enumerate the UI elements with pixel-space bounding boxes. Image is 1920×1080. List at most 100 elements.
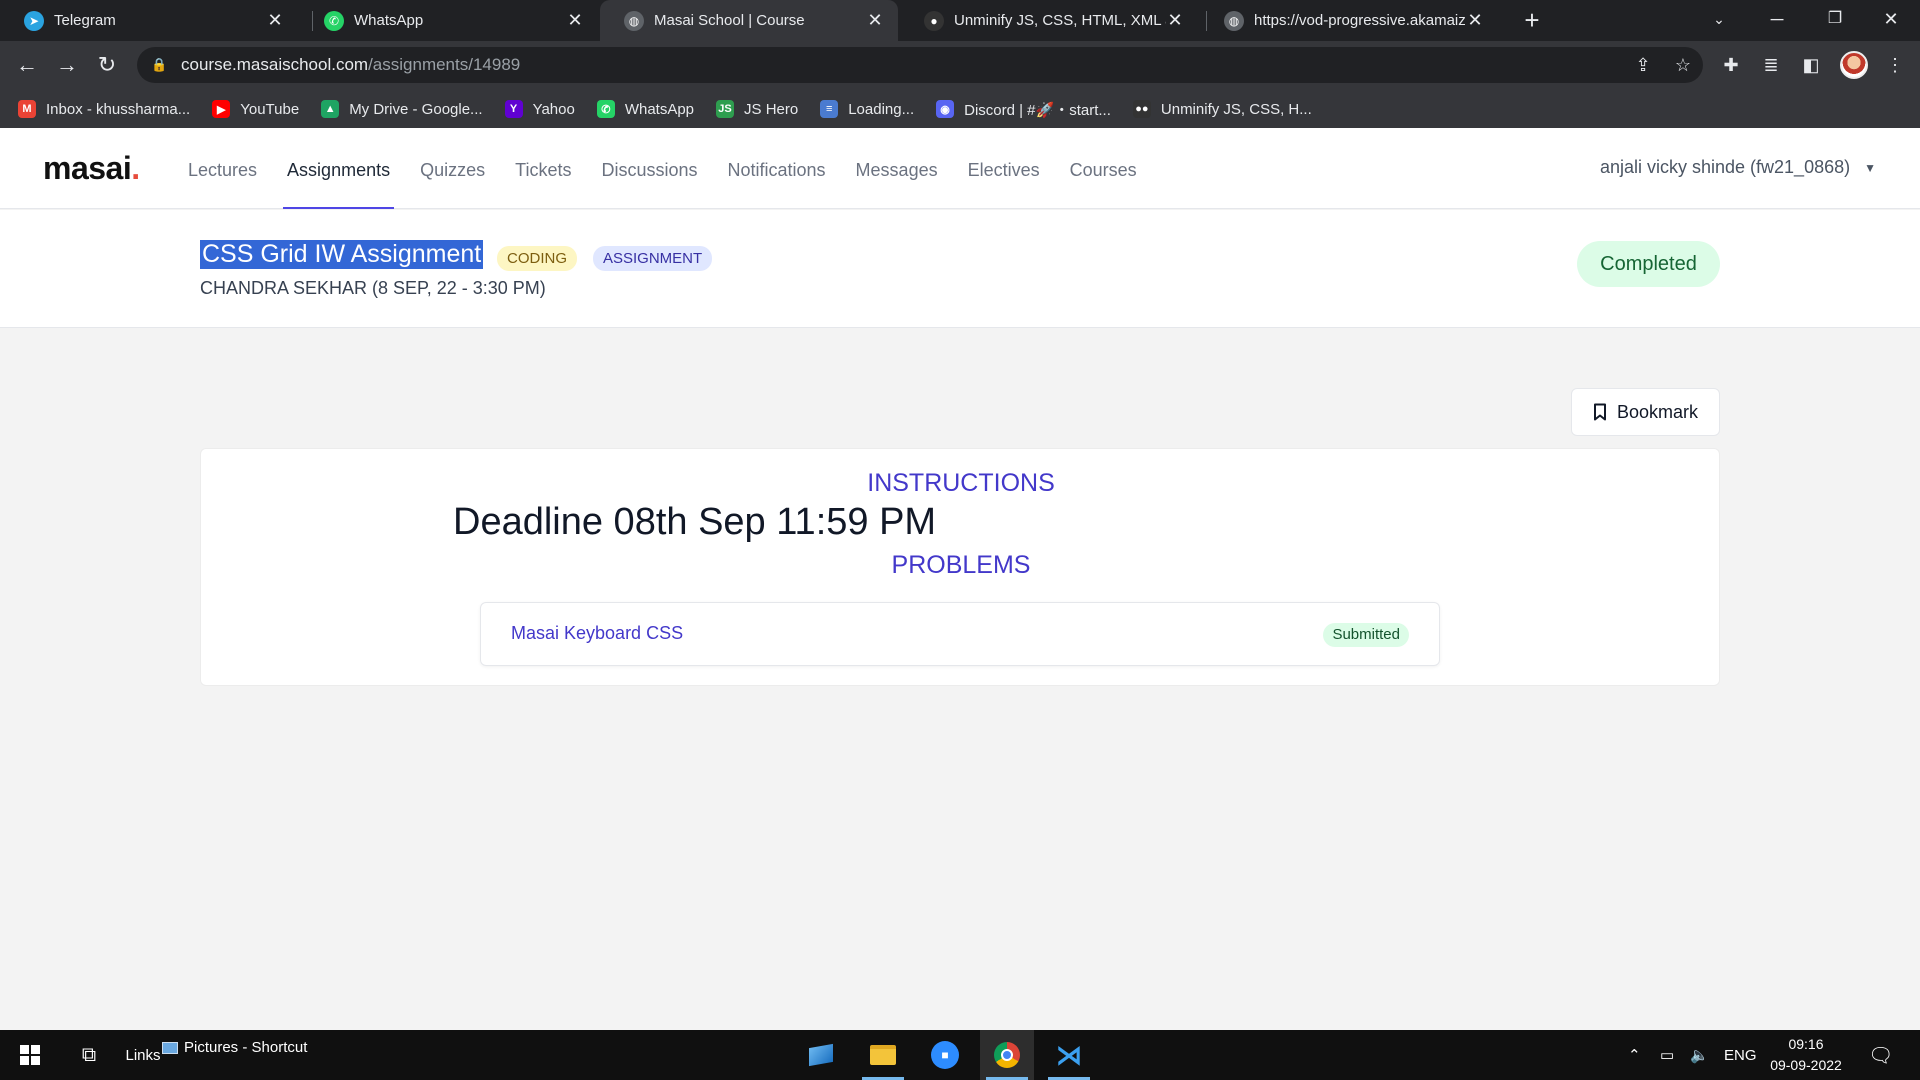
bookmark-item[interactable]: ▲ My Drive - Google... — [321, 100, 483, 118]
share-icon[interactable]: ⇪ — [1628, 50, 1658, 80]
close-icon[interactable]: ✕ — [566, 10, 584, 31]
close-icon[interactable]: ✕ — [866, 10, 884, 31]
taskbar-desktop-app[interactable] — [794, 1030, 848, 1080]
bookmark-label: WhatsApp — [624, 100, 695, 118]
new-tab-button[interactable]: + — [1518, 6, 1546, 34]
media-control-icon[interactable]: ≣ — [1756, 50, 1786, 80]
loading-icon: ≡ — [820, 100, 839, 118]
tab-title: Unminify JS, CSS, HTML, XML and — [954, 12, 1166, 29]
language-indicator[interactable]: ENG — [1724, 1030, 1757, 1080]
close-window-button[interactable]: ✕ — [1862, 0, 1920, 41]
bookmark-item[interactable]: ▶ YouTube — [212, 100, 299, 118]
nav-courses[interactable]: Courses — [1070, 128, 1137, 209]
nav-assignments[interactable]: Assignments — [283, 128, 395, 209]
url-domain: course.masaischool.com — [181, 55, 369, 74]
assignment-header: CSS Grid IW Assignment CODING ASSIGNMENT… — [0, 210, 1920, 328]
nav-quizzes[interactable]: Quizzes — [420, 128, 485, 209]
clock-date: 09-09-2022 — [1770, 1057, 1842, 1073]
nav-notifications[interactable]: Notifications — [728, 128, 826, 209]
nav-messages[interactable]: Messages — [856, 128, 938, 209]
tab-title: WhatsApp — [354, 12, 424, 29]
bookmark-item[interactable]: ●● Unminify JS, CSS, H... — [1132, 100, 1312, 118]
bookmark-item[interactable]: JS JS Hero — [716, 100, 798, 118]
bookmark-item[interactable]: ◉ Discord | #🚀・start... — [936, 99, 1111, 120]
notification-icon[interactable]: 🗨 — [1868, 1030, 1893, 1080]
bookmark-item[interactable]: Y Yahoo — [504, 100, 575, 118]
reload-button[interactable]: ↻ — [92, 50, 122, 80]
bookmark-item[interactable]: ≡ Loading... — [820, 100, 914, 118]
pc-icon — [809, 1043, 833, 1067]
nav-tickets[interactable]: Tickets — [515, 128, 571, 209]
tag-assignment: ASSIGNMENT — [593, 246, 713, 271]
taskbar-file-explorer[interactable] — [856, 1030, 910, 1080]
assignment-card: INSTRUCTIONS Deadline 08th Sep 11:59 PM … — [200, 448, 1720, 686]
tab-title: Masai School | Course — [654, 12, 805, 29]
clock[interactable]: 09:16 09-09-2022 — [1766, 1034, 1846, 1076]
links-toolbar[interactable]: Links — [118, 1030, 168, 1080]
lock-icon[interactable]: 🔒 — [151, 57, 169, 73]
taskbar-chrome[interactable] — [980, 1030, 1034, 1080]
problem-row[interactable]: Masai Keyboard CSS Submitted — [480, 602, 1440, 666]
user-menu[interactable]: anjali vicky shinde (fw21_0868) ▼ — [1600, 157, 1876, 178]
globe-icon: ◍ — [1224, 10, 1244, 31]
bookmark-label: Bookmark — [1616, 401, 1699, 422]
gmail-icon: M — [18, 100, 36, 118]
problem-link[interactable]: Masai Keyboard CSS — [511, 623, 683, 644]
logo-text: masai — [43, 150, 132, 186]
vscode-icon: ⋊ — [1056, 1039, 1082, 1070]
url-path: /assignments/14989 — [368, 55, 521, 74]
task-view-icon[interactable]: ⧉ — [66, 1030, 112, 1080]
star-icon[interactable]: ☆ — [1668, 50, 1698, 80]
tray-overflow[interactable]: ⌃ — [1628, 1030, 1641, 1080]
tab-title: https://vod-progressive.akamaize — [1254, 12, 1466, 29]
taskbar-zoom[interactable]: ■ — [918, 1030, 972, 1080]
unminify-icon: ●● — [1132, 100, 1151, 118]
bookmark-item[interactable]: M Inbox - khussharma... — [18, 100, 190, 118]
zoom-icon: ■ — [931, 1041, 959, 1069]
address-bar[interactable]: 🔒 course.masaischool.com/assignments/149… — [137, 47, 1703, 83]
bookmark-item[interactable]: ✆ WhatsApp — [596, 100, 695, 118]
start-button[interactable] — [0, 1030, 60, 1080]
tab-search-icon[interactable]: ⌄ — [1690, 0, 1748, 41]
tab-unminify[interactable]: ● Unminify JS, CSS, HTML, XML and ✕ — [900, 0, 1198, 41]
instructions-heading: INSTRUCTIONS — [867, 469, 1055, 497]
tab-whatsapp[interactable]: ✆ WhatsApp ✕ — [300, 0, 598, 41]
tab-telegram[interactable]: ➤ Telegram ✕ — [0, 0, 298, 41]
site-header: masai. Lectures Assignments Quizzes Tick… — [0, 128, 1920, 209]
problems-heading: PROBLEMS — [891, 551, 1031, 579]
tab-title: Telegram — [54, 12, 116, 29]
restore-button[interactable]: ❐ — [1806, 0, 1864, 41]
assignment-meta: CHANDRA SEKHAR (8 SEP, 22 - 3:30 PM) — [200, 278, 546, 298]
side-panel-icon[interactable]: ◧ — [1796, 50, 1826, 80]
pictures-shortcut[interactable]: Pictures - Shortcut — [162, 1030, 312, 1080]
menu-icon[interactable]: ⋮ — [1880, 50, 1910, 80]
jshero-icon: JS — [716, 100, 735, 118]
taskbar-vscode[interactable]: ⋊ — [1042, 1030, 1096, 1080]
bookmark-button[interactable]: Bookmark — [1571, 388, 1720, 436]
logo-dot: . — [131, 150, 140, 186]
discord-icon: ◉ — [936, 100, 955, 118]
url-text: course.masaischool.com/assignments/14989 — [181, 55, 520, 75]
status-badge: Completed — [1577, 241, 1720, 287]
volume-icon[interactable]: 🔈 — [1690, 1030, 1709, 1080]
extensions-icon[interactable]: ✚ — [1716, 50, 1746, 80]
close-icon[interactable]: ✕ — [1466, 10, 1484, 31]
profile-avatar[interactable] — [1840, 51, 1868, 79]
nav-discussions[interactable]: Discussions — [601, 128, 697, 209]
chevron-down-icon: ▼ — [1864, 160, 1876, 175]
close-icon[interactable]: ✕ — [1166, 10, 1184, 31]
bookmarks-bar: M Inbox - khussharma... ▶ YouTube ▲ My Drive … — [0, 90, 1920, 128]
minimize-button[interactable]: ─ — [1748, 0, 1806, 41]
tab-masai-course[interactable]: ◍ Masai School | Course ✕ — [600, 0, 898, 41]
browser-tab-strip: ➤ Telegram ✕ ✆ WhatsApp ✕ ◍ Masai School… — [0, 0, 1920, 41]
tab-vod[interactable]: ◍ https://vod-progressive.akamaize ✕ — [1200, 0, 1498, 41]
drive-icon: ▲ — [321, 100, 340, 118]
masai-logo[interactable]: masai. — [43, 150, 140, 187]
nav-lectures[interactable]: Lectures — [188, 128, 257, 209]
nav-electives[interactable]: Electives — [968, 128, 1040, 209]
back-button[interactable]: ← — [12, 50, 42, 80]
battery-icon[interactable]: ▭ — [1660, 1030, 1674, 1080]
close-icon[interactable]: ✕ — [266, 10, 284, 31]
telegram-icon: ➤ — [24, 10, 44, 31]
forward-button[interactable]: → — [52, 50, 82, 80]
